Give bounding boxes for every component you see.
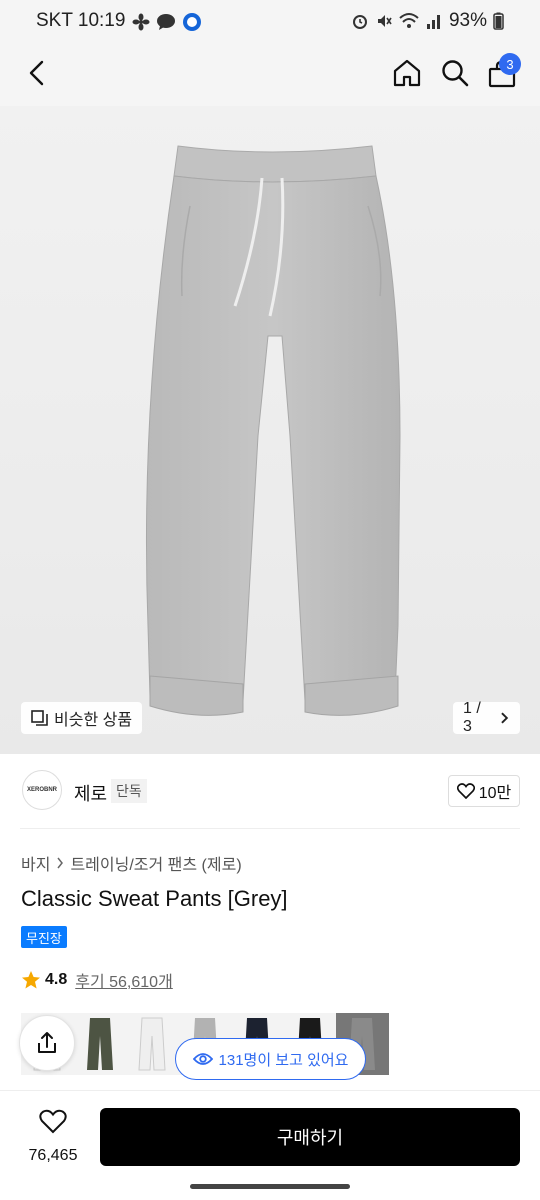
battery-icon <box>493 12 504 30</box>
app-badge-icon <box>183 13 201 31</box>
battery-percent: 93% <box>448 10 487 31</box>
brand-logo-text: XEROBNR <box>26 787 57 793</box>
similar-products-button[interactable]: 비슷한 상품 <box>21 702 143 734</box>
status-right: 93% <box>351 10 504 32</box>
share-icon <box>38 1032 56 1053</box>
swatch-pants-shape <box>86 1018 113 1070</box>
brand-logo[interactable]: XEROBNR <box>22 770 62 810</box>
status-bar: SKT 10:19 93% <box>0 0 540 42</box>
cart-count-badge: 3 <box>499 53 521 75</box>
mute-icon <box>377 15 392 27</box>
brand-name[interactable]: 제로 <box>74 780 107 806</box>
swatch-khaki[interactable] <box>74 1013 127 1075</box>
rating-value: 4.8 <box>45 971 68 988</box>
eye-icon <box>192 1053 213 1065</box>
brand-row: XEROBNR 제로 단독 10만 <box>0 760 540 828</box>
divider <box>20 828 520 829</box>
viewers-count-text: 131명이 보고 있어요 <box>218 1051 349 1069</box>
heart-outline-icon <box>456 783 475 799</box>
wishlist-count: 76,465 <box>28 1147 78 1164</box>
system-nav-bar <box>0 1180 540 1200</box>
heart-outline-icon <box>39 1109 67 1134</box>
viewers-count-chip: 131명이 보고 있어요 <box>175 1038 366 1080</box>
brand-exclusive-tag: 단독 <box>111 779 147 803</box>
image-pager[interactable]: 1 / 3 <box>453 700 520 735</box>
product-image-carousel[interactable] <box>0 106 540 754</box>
chevron-right-icon <box>57 857 64 869</box>
fan-icon <box>132 13 150 31</box>
alarm-icon <box>352 15 367 29</box>
wifi-icon <box>399 13 419 28</box>
image-pager-text: 1 / 3 <box>463 700 481 735</box>
share-button[interactable] <box>19 1015 75 1071</box>
star-icon <box>22 971 40 989</box>
search-icon[interactable] <box>440 58 470 88</box>
product-image-sweatpants <box>145 145 401 716</box>
bottom-purchase-bar: 76,465 구매하기 <box>0 1090 540 1180</box>
wishlist-button[interactable]: 76,465 <box>18 1109 88 1165</box>
signal-icon <box>426 15 440 29</box>
breadcrumb-category[interactable]: 바지 <box>21 851 50 875</box>
rating-row: 4.8 후기 56,610개 <box>21 968 173 992</box>
breadcrumb: 바지 트레이닝/조거 팬츠 (제로) <box>21 851 242 875</box>
brand-like-button[interactable]: 10만 <box>448 775 520 807</box>
home-icon[interactable] <box>392 58 422 88</box>
similar-items-icon <box>31 710 48 726</box>
swatch-ivory[interactable] <box>126 1013 179 1075</box>
cart-count-text: 3 <box>506 56 514 72</box>
back-arrow-icon[interactable] <box>26 60 48 86</box>
brand-like-count: 10만 <box>478 785 512 802</box>
status-notification-icons <box>132 12 202 32</box>
service-badge: 무진장 <box>21 926 67 948</box>
breadcrumb-subcategory[interactable]: 트레이닝/조거 팬츠 (제로) <box>70 851 241 875</box>
buy-button[interactable]: 구매하기 <box>100 1108 520 1166</box>
status-time: SKT 10:19 <box>36 10 126 31</box>
swatch-pants-shape <box>138 1017 166 1071</box>
product-title: Classic Sweat Pants [Grey] <box>21 886 288 911</box>
chat-bubble-icon <box>157 14 175 30</box>
home-indicator[interactable] <box>190 1184 350 1189</box>
chevron-right-icon <box>501 712 509 724</box>
top-app-bar: 3 <box>0 42 540 106</box>
review-count-link[interactable]: 후기 56,610개 <box>75 968 173 992</box>
similar-products-label: 비슷한 상품 <box>54 712 133 729</box>
